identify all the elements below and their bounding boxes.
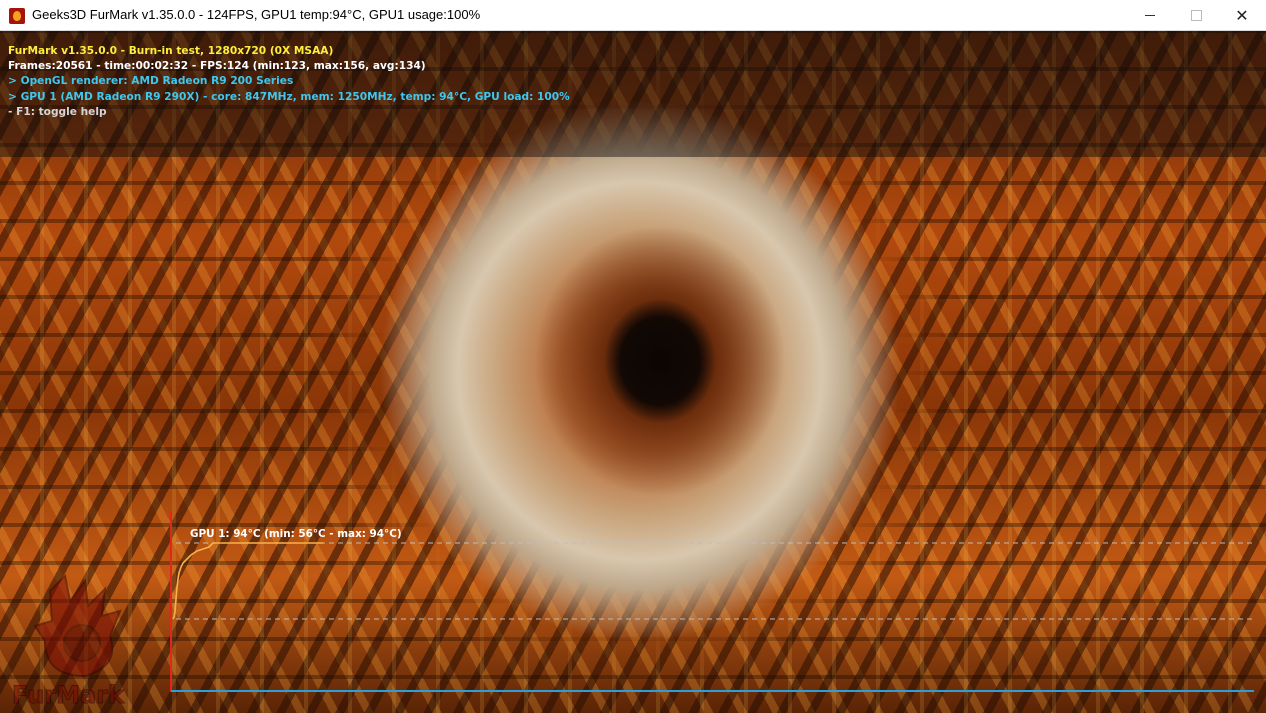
temperature-graph-label: GPU 1: 94°C (min: 56°C - max: 94°C) <box>190 528 402 540</box>
hud-text: FurMark v1.35.0.0 - Burn-in test, 1280x7… <box>8 44 570 120</box>
minimize-button[interactable] <box>1127 0 1173 31</box>
maximize-button[interactable] <box>1173 0 1219 31</box>
hud-stats-line: Frames:20561 - time:00:02:32 - FPS:124 (… <box>8 60 426 73</box>
close-icon: ✕ <box>1235 5 1249 25</box>
furmark-logo: FurMark <box>12 573 126 710</box>
hud-title-line: FurMark v1.35.0.0 - Burn-in test, 1280x7… <box>8 45 334 57</box>
hud-gpu-line: > GPU 1 (AMD Radeon R9 290X) - core: 847… <box>8 90 570 103</box>
title-bar[interactable]: Geeks3D FurMark v1.35.0.0 - 124FPS, GPU1… <box>0 0 1266 31</box>
furmark-flame-icon[interactable] <box>9 8 25 24</box>
render-viewport[interactable]: FurMark v1.35.0.0 - Burn-in test, 1280x7… <box>0 31 1266 713</box>
logo-text: FurMark <box>12 681 125 709</box>
close-button[interactable]: ✕ <box>1219 0 1265 31</box>
window-title: Geeks3D FurMark v1.35.0.0 - 124FPS, GPU1… <box>32 7 481 22</box>
hud-renderer-line: > OpenGL renderer: AMD Radeon R9 200 Ser… <box>8 75 294 88</box>
minimize-icon <box>1145 15 1155 16</box>
maximize-icon <box>1190 10 1202 21</box>
hud-help-line: - F1: toggle help <box>8 105 107 118</box>
